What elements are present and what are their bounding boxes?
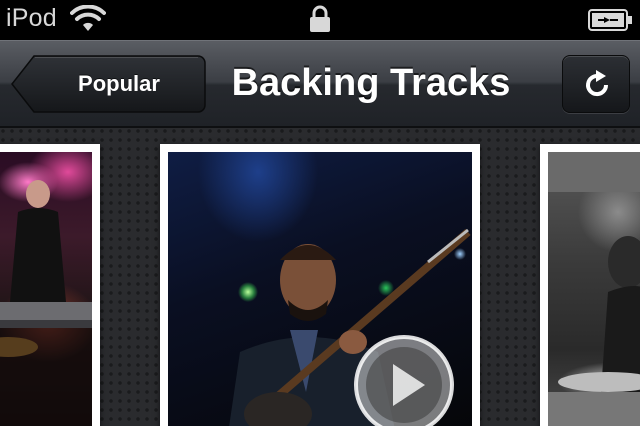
track-card[interactable] [540,144,640,426]
track-card[interactable] [0,144,100,426]
track-carousel[interactable] [0,128,640,426]
navigation-bar: Popular Backing Tracks [0,40,640,128]
track-card[interactable] [160,144,480,426]
play-icon [354,335,454,426]
back-button[interactable]: Popular [10,55,206,113]
performer-keyboard-photo [0,152,92,426]
performer-guitar-photo [168,152,472,426]
device-name: iPod [6,4,57,32]
status-bar: iPod [0,0,640,40]
back-button-label: Popular [78,71,160,96]
refresh-icon [582,70,612,105]
refresh-button[interactable] [562,55,630,113]
battery-charging-icon [588,8,634,37]
wifi-icon [70,4,106,38]
performer-drums-photo [548,152,640,426]
page-title: Backing Tracks [231,62,511,104]
play-button[interactable] [353,334,455,426]
lock-icon [308,5,332,38]
